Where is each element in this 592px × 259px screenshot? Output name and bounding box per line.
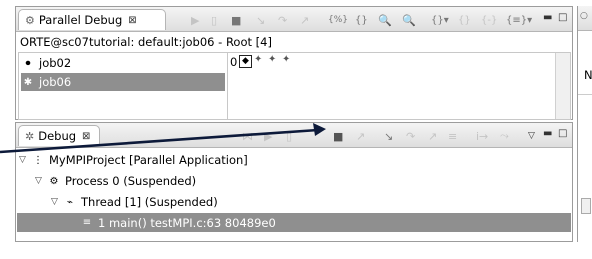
annotation-arrow xyxy=(0,123,326,154)
arrow-head xyxy=(313,123,326,136)
arrow-line xyxy=(0,128,319,154)
